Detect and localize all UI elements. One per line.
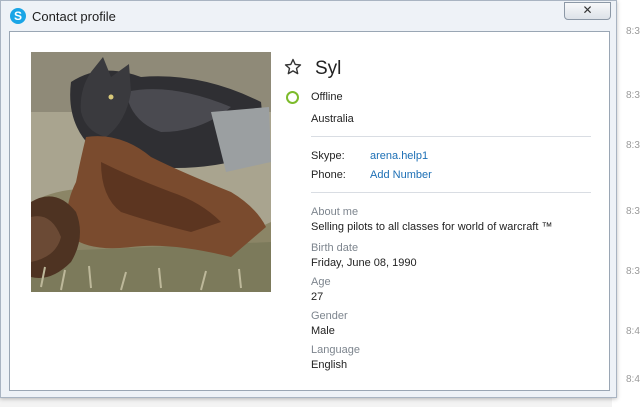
contact-profile-window: S Contact profile ✕ Syl Offline Australi… [0,0,617,398]
favorite-star-button[interactable] [284,58,302,76]
close-button[interactable]: ✕ [564,2,611,20]
contact-name: Syl [315,58,342,79]
location-text: Australia [311,113,354,125]
divider [311,192,591,193]
skype-label: Skype: [311,150,345,162]
status-text: Offline [311,91,343,103]
skype-logo-icon: S [10,8,26,24]
window-title: Contact profile [32,9,116,24]
background-timestamp: 8:3 [626,206,640,217]
language-label: Language [311,344,360,356]
about-me-value: Selling pilots to all classes for world … [311,221,553,233]
gender-label: Gender [311,310,348,322]
background-timestamp: 8:3 [626,26,640,37]
star-icon [284,58,302,75]
offline-status-icon [286,91,299,104]
background-timestamp: 8:4 [626,326,640,337]
birth-date-label: Birth date [311,242,359,254]
background-timestamp: 8:3 [626,90,640,101]
profile-photo [31,52,271,292]
skype-name-link[interactable]: arena.help1 [370,150,428,162]
background-timestamp: 8:3 [626,140,640,151]
add-number-link[interactable]: Add Number [370,169,432,181]
about-me-label: About me [311,206,359,218]
birth-date-value: Friday, June 08, 1990 [311,257,417,269]
divider [311,136,591,137]
phone-label: Phone: [311,169,346,181]
profile-panel: Syl Offline Australia Skype: arena.help1… [9,31,610,391]
language-value: English [311,359,348,371]
age-label: Age [311,276,331,288]
gender-value: Male [311,325,335,337]
background-timestamp: 8:3 [626,266,640,277]
title-bar[interactable]: S Contact profile ✕ [1,1,616,31]
background-timestamp: 8:4 [626,374,640,385]
age-value: 27 [311,291,324,303]
